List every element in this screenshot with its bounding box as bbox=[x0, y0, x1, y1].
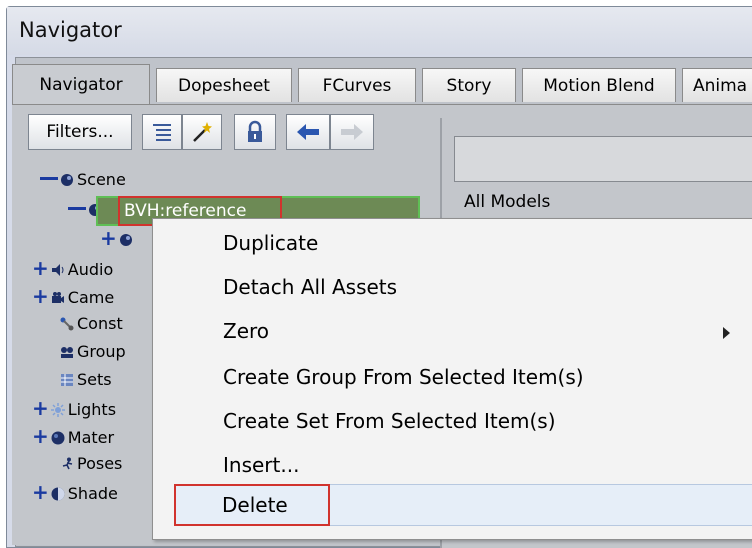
tab-bar: Navigator Dopesheet FCurves Story Motion… bbox=[12, 64, 752, 104]
tree-item-constraints[interactable]: Const bbox=[60, 312, 123, 336]
tree-item-poses[interactable]: Poses bbox=[60, 452, 122, 476]
magic-wand-icon bbox=[193, 122, 212, 142]
expand-icon[interactable]: + bbox=[32, 396, 49, 420]
forward-button[interactable] bbox=[330, 114, 374, 150]
expand-icon[interactable]: + bbox=[32, 424, 49, 448]
shader-icon bbox=[51, 487, 65, 501]
expand-icon[interactable]: + bbox=[100, 226, 117, 250]
submenu-arrow-icon bbox=[723, 327, 730, 339]
menu-item-create-set[interactable]: Create Set From Selected Item(s) bbox=[223, 401, 556, 441]
menu-item-duplicate[interactable]: Duplicate bbox=[223, 223, 318, 263]
models-header bbox=[454, 136, 752, 182]
collapse-icon[interactable] bbox=[68, 207, 86, 210]
light-icon bbox=[50, 403, 65, 417]
tab-navigator[interactable]: Navigator bbox=[12, 64, 150, 104]
expand-icon[interactable]: + bbox=[32, 256, 49, 280]
magic-wand-button[interactable] bbox=[182, 114, 222, 150]
title-bar: Navigator bbox=[7, 7, 752, 55]
tab-motion-blend[interactable]: Motion Blend bbox=[522, 68, 676, 102]
list-icon bbox=[153, 124, 171, 141]
tree-item-cameras[interactable]: + Came bbox=[32, 284, 114, 308]
camera-icon bbox=[51, 292, 64, 303]
menu-item-insert[interactable]: Insert... bbox=[223, 445, 299, 485]
scene-icon bbox=[61, 174, 73, 186]
tree-item-materials[interactable]: + Mater bbox=[32, 424, 114, 448]
audio-icon bbox=[51, 264, 64, 276]
menu-item-create-group[interactable]: Create Group From Selected Item(s) bbox=[223, 357, 584, 397]
arrow-left-icon bbox=[297, 124, 319, 140]
expand-icon[interactable]: + bbox=[32, 480, 49, 504]
tree-item-groups[interactable]: Group bbox=[60, 340, 126, 364]
lock-icon bbox=[248, 120, 262, 142]
window-title: Navigator bbox=[19, 18, 122, 42]
tree-item-audio[interactable]: + Audio bbox=[32, 256, 113, 280]
tree-item-lights[interactable]: + Lights bbox=[32, 396, 116, 420]
filters-button[interactable]: Filters... bbox=[28, 114, 132, 150]
arrow-right-icon bbox=[341, 124, 363, 140]
tab-story[interactable]: Story bbox=[422, 68, 516, 102]
back-button[interactable] bbox=[286, 114, 330, 150]
tree-item-sets[interactable]: Sets bbox=[60, 368, 112, 392]
scene-icon bbox=[119, 234, 132, 246]
pose-icon bbox=[62, 457, 73, 470]
expand-icon[interactable]: + bbox=[32, 284, 49, 308]
tree-item-scene[interactable]: Scene bbox=[40, 168, 126, 192]
tab-animation[interactable]: Anima bbox=[682, 68, 752, 102]
material-icon bbox=[51, 431, 65, 445]
all-models-label: All Models bbox=[464, 192, 551, 212]
tab-fcurves[interactable]: FCurves bbox=[298, 68, 416, 102]
constraint-icon bbox=[60, 317, 74, 331]
list-button[interactable] bbox=[142, 114, 182, 150]
sets-icon bbox=[61, 374, 73, 386]
tree-item-child[interactable]: + bbox=[100, 226, 136, 250]
group-icon bbox=[61, 347, 73, 358]
menu-item-zero[interactable]: Zero bbox=[223, 311, 269, 351]
collapse-icon[interactable] bbox=[40, 177, 58, 180]
menu-item-detach-all-assets[interactable]: Detach All Assets bbox=[223, 267, 397, 307]
lock-button[interactable] bbox=[234, 114, 276, 150]
tree-item-shaders[interactable]: + Shade bbox=[32, 480, 118, 504]
delete-annotation-box bbox=[174, 484, 330, 526]
tab-dopesheet[interactable]: Dopesheet bbox=[156, 68, 292, 102]
